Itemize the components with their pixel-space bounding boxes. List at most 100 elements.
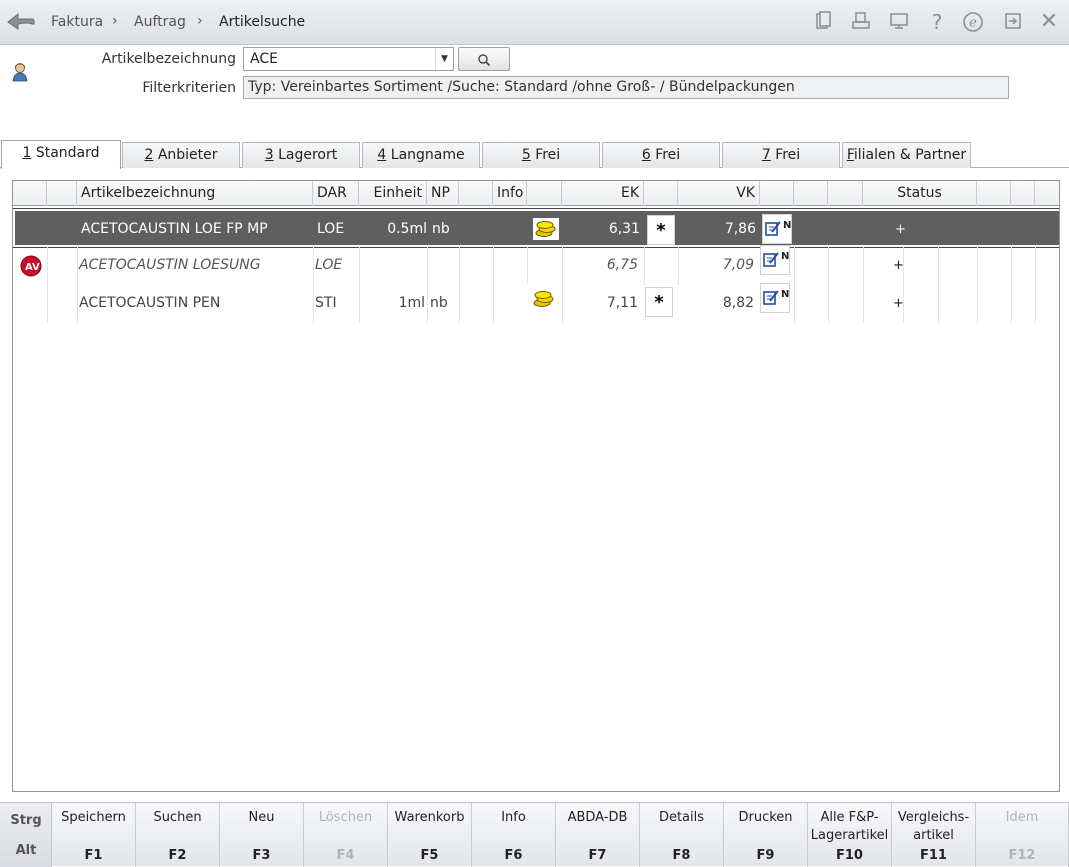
row-einheit: 0.5ml bbox=[387, 221, 427, 237]
fkey-shortcut: F6 bbox=[504, 848, 523, 863]
col-artikelbezeichnung-header[interactable]: Artikelbezeichnung bbox=[77, 181, 313, 206]
fkey-shortcut: F2 bbox=[168, 848, 187, 863]
filterkriterien-field[interactable]: Typ: Vereinbartes Sortiment /Suche: Stan… bbox=[243, 76, 1009, 99]
clipboard-icon[interactable] bbox=[812, 11, 834, 33]
fkey-label: Idem bbox=[1005, 810, 1039, 825]
fkey-shortcut: F5 bbox=[420, 848, 439, 863]
alt-modifier[interactable]: Alt bbox=[0, 843, 52, 858]
col-ek-header[interactable]: EK bbox=[562, 181, 644, 206]
svg-text:AV: AV bbox=[25, 262, 40, 273]
fkey-f10[interactable]: Alle F&P- Lagerartikel F10 bbox=[808, 803, 892, 867]
col-einheit-header[interactable]: Einheit bbox=[359, 181, 427, 206]
col-info-header[interactable]: Info bbox=[493, 181, 527, 206]
col-vk-header[interactable]: VK bbox=[678, 181, 760, 206]
exit-icon[interactable] bbox=[1002, 11, 1024, 33]
help-icon[interactable]: ? bbox=[926, 11, 948, 33]
col-flag-header[interactable] bbox=[47, 181, 77, 206]
column-divider bbox=[313, 247, 314, 285]
column-divider bbox=[1011, 247, 1012, 285]
fkey-shortcut: F3 bbox=[252, 848, 271, 863]
breadcrumb-auftrag[interactable]: Auftrag bbox=[134, 14, 186, 30]
fkey-f3[interactable]: Neu F3 bbox=[220, 803, 304, 867]
column-divider bbox=[493, 285, 494, 323]
strg-modifier[interactable]: Strg bbox=[0, 813, 52, 828]
col-e-header[interactable] bbox=[1035, 181, 1059, 206]
column-divider bbox=[1035, 247, 1036, 285]
note-edit-icon[interactable]: N bbox=[760, 245, 790, 275]
info-e-icon[interactable]: e bbox=[962, 11, 984, 33]
row-vk: 7,09 bbox=[722, 257, 754, 273]
artikelbezeichnung-label: Artikelbezeichnung bbox=[101, 51, 236, 67]
fkey-f8[interactable]: Details F8 bbox=[640, 803, 724, 867]
fkey-f4[interactable]: Löschen F4 bbox=[304, 803, 388, 867]
chevron-down-icon[interactable]: ▼ bbox=[435, 48, 453, 70]
column-divider bbox=[903, 285, 904, 323]
table-row[interactable]: AV ACETOCAUSTIN LOESUNG LOE 6,75 7,09 N … bbox=[13, 245, 1059, 285]
article-table[interactable]: Artikelbezeichnung DAR Einheit NP Info E… bbox=[12, 180, 1060, 792]
tab-anbieter[interactable]: 2 Anbieter bbox=[122, 142, 240, 168]
close-icon[interactable]: ✕ bbox=[1038, 11, 1060, 33]
breadcrumb-faktura[interactable]: Faktura bbox=[51, 14, 103, 30]
col-icon-header[interactable] bbox=[13, 181, 47, 206]
column-divider bbox=[313, 285, 314, 323]
column-divider bbox=[359, 247, 360, 285]
tab-standard[interactable]: 1 Standard bbox=[1, 140, 121, 169]
fkey-f6[interactable]: Info F6 bbox=[472, 803, 556, 867]
row-dar: LOE bbox=[315, 257, 343, 273]
note-edit-icon[interactable]: N bbox=[760, 283, 790, 313]
col-star-header[interactable] bbox=[644, 181, 678, 206]
tab-lagerort[interactable]: 3 Lagerort bbox=[242, 142, 360, 168]
tab-frei-5[interactable]: 5 Frei bbox=[482, 142, 600, 168]
fkey-f2[interactable]: Suchen F2 bbox=[136, 803, 220, 867]
fkey-label: Neu bbox=[248, 810, 275, 825]
search-button[interactable] bbox=[458, 47, 510, 71]
fkey-label: ABDA-DB bbox=[567, 810, 628, 825]
col-dar-header[interactable]: DAR bbox=[313, 181, 359, 206]
row-star[interactable]: * bbox=[647, 215, 675, 245]
tab-frei-6[interactable]: 6 Frei bbox=[602, 142, 720, 168]
fkey-f12[interactable]: Idem F12 bbox=[976, 803, 1069, 867]
fkey-shortcut: F10 bbox=[836, 848, 863, 863]
row-dar: LOE bbox=[317, 221, 345, 237]
tab-frei-7[interactable]: 7 Frei bbox=[722, 142, 840, 168]
artikelbezeichnung-combobox[interactable]: ACE ▼ bbox=[243, 47, 454, 71]
column-divider bbox=[903, 247, 904, 285]
column-divider bbox=[459, 247, 460, 285]
search-icon bbox=[478, 53, 491, 66]
fkey-shortcut: F4 bbox=[336, 848, 355, 863]
tab-langname[interactable]: 4 Langname bbox=[362, 142, 480, 168]
col-status-header[interactable]: Status bbox=[863, 181, 977, 206]
col-np-header[interactable]: NP bbox=[427, 181, 459, 206]
col-b-header[interactable] bbox=[828, 181, 863, 206]
monitor-icon[interactable] bbox=[888, 11, 910, 33]
fkey-f5[interactable]: Warenkorb F5 bbox=[388, 803, 472, 867]
svg-text:N: N bbox=[781, 251, 789, 262]
back-arrow-icon[interactable] bbox=[6, 10, 36, 32]
col-a-header[interactable] bbox=[794, 181, 828, 206]
col-d-header[interactable] bbox=[1011, 181, 1035, 206]
coins-icon[interactable] bbox=[531, 288, 557, 310]
fkey-shortcut: F7 bbox=[588, 848, 607, 863]
tab-filialen-partner[interactable]: Filialen & Partner bbox=[842, 142, 971, 168]
row-artikelbezeichnung: ACETOCAUSTIN LOESUNG bbox=[79, 257, 261, 273]
row-star[interactable]: * bbox=[645, 287, 673, 317]
fkey-f11[interactable]: Vergleichs-artikel F11 bbox=[892, 803, 976, 867]
svg-text:N: N bbox=[781, 289, 789, 300]
fkey-f9[interactable]: Drucken F9 bbox=[724, 803, 808, 867]
coins-icon[interactable] bbox=[533, 218, 559, 240]
fkey-shortcut: F12 bbox=[1008, 848, 1036, 863]
table-row[interactable]: ACETOCAUSTIN PEN STI 1ml nb 7,11 * 8,82 … bbox=[13, 283, 1059, 323]
note-edit-icon[interactable]: N bbox=[762, 214, 792, 244]
col-c-header[interactable] bbox=[977, 181, 1011, 206]
fkey-f7[interactable]: ABDA-DB F7 bbox=[556, 803, 640, 867]
col-coin-header[interactable] bbox=[527, 181, 562, 206]
column-divider bbox=[938, 247, 939, 285]
col-empty-header[interactable] bbox=[459, 181, 493, 206]
fkey-f1[interactable]: Speichern F1 bbox=[52, 803, 136, 867]
user-avatar-icon bbox=[12, 63, 28, 82]
col-note-header[interactable] bbox=[760, 181, 794, 206]
column-divider bbox=[427, 285, 428, 323]
table-row[interactable]: ACETOCAUSTIN LOE FP MP LOE 0.5ml nb 6,31… bbox=[13, 208, 1059, 248]
printer-icon[interactable] bbox=[850, 11, 872, 33]
fkey-label: Warenkorb bbox=[394, 810, 465, 825]
